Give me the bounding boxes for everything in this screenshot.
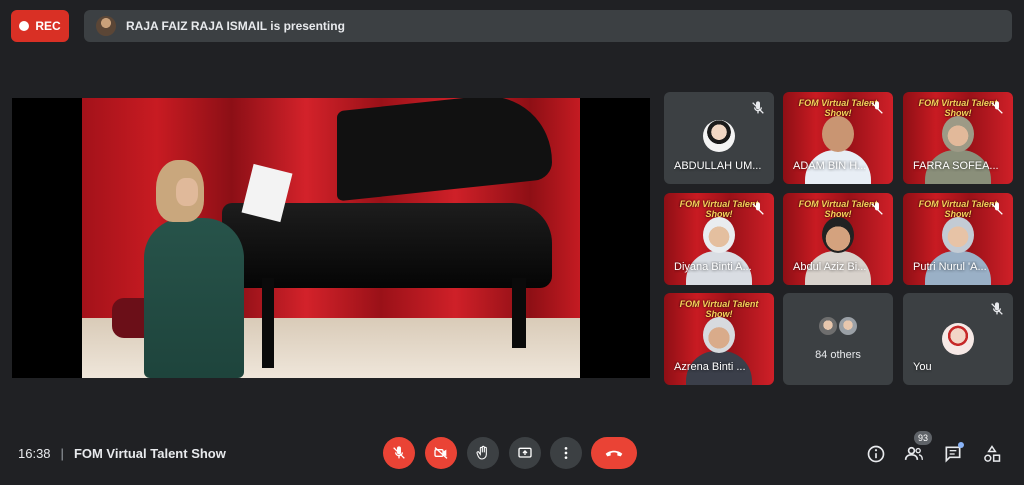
presenting-banner: RAJA FAIZ RAJA ISMAIL is presenting	[84, 10, 1012, 42]
others-avatars	[819, 317, 857, 335]
piano-leg	[262, 278, 274, 368]
meeting-info: 16:38 | FOM Virtual Talent Show	[18, 446, 226, 461]
participant-head	[703, 317, 735, 353]
meeting-details-button[interactable]	[865, 443, 887, 465]
piano-lid	[337, 98, 552, 202]
participant-tile[interactable]: FOM Virtual Talent Show! Azrena Binti ..…	[664, 293, 774, 385]
pianist-body	[144, 218, 244, 378]
record-dot-icon	[19, 21, 30, 31]
participant-head	[942, 116, 974, 152]
other-avatar	[839, 317, 857, 335]
activities-icon	[984, 445, 1001, 462]
more-options-button[interactable]	[550, 437, 582, 469]
participant-head	[822, 217, 854, 253]
participant-tile[interactable]: FOM Virtual Talent Show! Putri Nurul 'A.…	[903, 193, 1013, 285]
meeting-title: FOM Virtual Talent Show	[73, 446, 226, 461]
people-icon	[904, 446, 923, 460]
participant-tile[interactable]: FOM Virtual Talent Show! Diyana Binti A.…	[664, 193, 774, 285]
info-icon	[867, 445, 885, 463]
participant-head	[822, 116, 854, 152]
main-presentation[interactable]	[12, 98, 650, 378]
participant-tile[interactable]: FOM Virtual Talent Show! Abdul Aziz Bi..…	[783, 193, 893, 285]
presenter-avatar	[96, 16, 116, 36]
raise-hand-button[interactable]	[467, 437, 499, 469]
mic-off-icon	[393, 446, 405, 459]
stage-banner: FOM Virtual Talent Show!	[679, 299, 759, 319]
self-avatar	[942, 323, 974, 355]
participant-name: Diyana Binti A...	[674, 261, 752, 273]
mic-off-icon	[991, 302, 1003, 315]
clock: 16:38	[18, 446, 51, 461]
chat-notification-dot	[958, 442, 964, 448]
present-icon	[518, 447, 532, 458]
camera-off-icon	[434, 447, 448, 459]
self-name: You	[913, 361, 932, 373]
people-button[interactable]	[903, 443, 925, 465]
camera-toggle-button[interactable]	[425, 437, 457, 469]
participant-tile[interactable]: FOM Virtual Talent Show! ADAM BIN H...	[783, 92, 893, 184]
participant-avatar	[703, 120, 735, 152]
activities-button[interactable]	[981, 443, 1003, 465]
recording-label: REC	[35, 19, 61, 33]
mic-off-icon	[752, 101, 764, 114]
separator: |	[60, 446, 64, 461]
self-tile[interactable]: You	[903, 293, 1013, 385]
participant-tile[interactable]: FOM Virtual Talent Show! FARRA SOFEA...	[903, 92, 1013, 184]
mic-off-icon	[752, 202, 764, 215]
others-tile[interactable]: 84 others	[783, 293, 893, 385]
raise-hand-icon	[476, 445, 487, 460]
participant-name: Azrena Binti ...	[674, 361, 746, 373]
participant-name: ADAM BIN H...	[793, 160, 867, 172]
mic-off-icon	[871, 101, 883, 114]
piano-leg	[512, 278, 526, 348]
mic-off-icon	[991, 101, 1003, 114]
participant-name: ABDULLAH UM...	[674, 160, 762, 172]
mic-off-icon	[871, 202, 883, 215]
participant-name: Abdul Aziz Bi...	[793, 261, 867, 273]
present-button[interactable]	[509, 437, 541, 469]
others-count: 84 others	[815, 349, 861, 361]
end-call-icon	[605, 450, 623, 457]
other-avatar	[819, 317, 837, 335]
recording-indicator: REC	[11, 10, 69, 42]
participant-tile[interactable]: ABDULLAH UM...	[664, 92, 774, 184]
participant-head	[942, 217, 974, 253]
mic-off-icon	[991, 202, 1003, 215]
pianist-face	[176, 178, 198, 206]
end-call-button[interactable]	[591, 437, 637, 469]
presenting-text: RAJA FAIZ RAJA ISMAIL is presenting	[126, 19, 345, 33]
presentation-video	[82, 98, 580, 378]
more-icon	[564, 447, 568, 459]
participant-name: Putri Nurul 'A...	[913, 261, 987, 273]
mic-toggle-button[interactable]	[383, 437, 415, 469]
participant-head	[703, 217, 735, 253]
participant-name: FARRA SOFEA...	[913, 160, 999, 172]
